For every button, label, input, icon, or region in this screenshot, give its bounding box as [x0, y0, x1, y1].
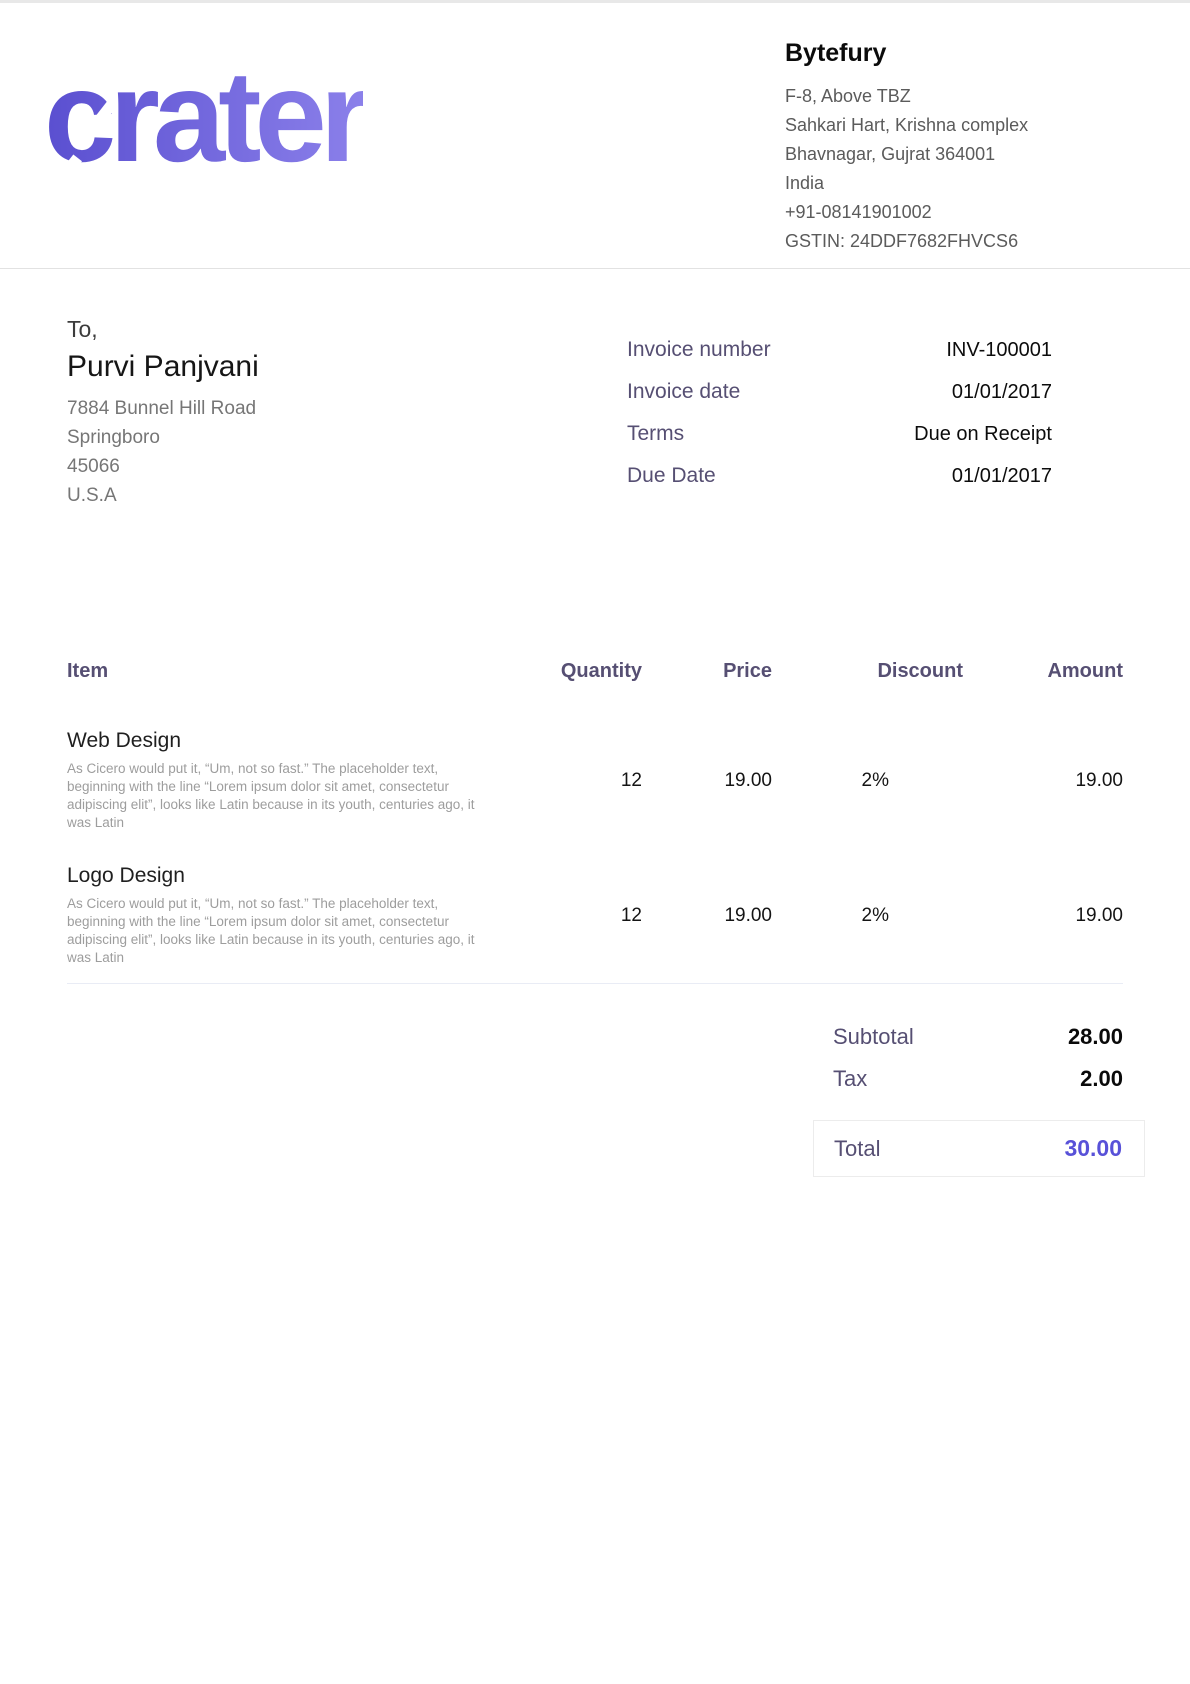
item-quantity: 12	[507, 905, 642, 927]
totals-section: Subtotal 28.00 Tax 2.00 Total 30.00	[813, 1022, 1145, 1177]
invoice-meta-block: Invoice number INV-100001 Invoice date 0…	[627, 335, 1123, 510]
company-address-line: Sahkari Hart, Krishna complex	[785, 111, 1145, 140]
company-info: Bytefury F-8, Above TBZ Sahkari Hart, Kr…	[785, 39, 1145, 256]
item-amount: 19.00	[963, 770, 1123, 792]
company-gstin: GSTIN: 24DDF7682FHVCS6	[785, 227, 1145, 256]
terms-row: Terms Due on Receipt	[627, 419, 1052, 449]
item-amount: 19.00	[963, 905, 1123, 927]
invoice-number-label: Invoice number	[627, 335, 771, 365]
invoice-number-value: INV-100001	[946, 339, 1052, 362]
table-bottom-divider	[67, 983, 1123, 984]
bill-to-block: To, Purvi Panjvani 7884 Bunnel Hill Road…	[67, 313, 259, 510]
table-row: Web Design As Cicero would put it, “Um, …	[67, 729, 1123, 832]
terms-label: Terms	[627, 419, 684, 449]
tax-row: Tax 2.00	[813, 1064, 1145, 1094]
terms-value: Due on Receipt	[914, 423, 1052, 446]
table-row: Logo Design As Cicero would put it, “Um,…	[67, 864, 1123, 967]
crater-logo-wordmark: crater	[44, 45, 363, 188]
due-date-value: 01/01/2017	[952, 465, 1052, 488]
item-name: Logo Design	[67, 864, 507, 888]
tax-label: Tax	[833, 1064, 867, 1094]
total-label: Total	[834, 1136, 880, 1162]
invoice-date-label: Invoice date	[627, 377, 740, 407]
customer-address-line: 7884 Bunnel Hill Road	[67, 394, 259, 423]
due-date-row: Due Date 01/01/2017	[627, 461, 1052, 491]
grand-total-box: Total 30.00	[813, 1120, 1145, 1177]
invoice-page: crater Bytefury F-8, Above TBZ Sahkari H…	[0, 0, 1190, 1684]
item-description: As Cicero would put it, “Um, not so fast…	[67, 895, 485, 967]
tax-value: 2.00	[1080, 1064, 1123, 1094]
col-header-quantity: Quantity	[507, 660, 642, 683]
subtotal-label: Subtotal	[833, 1022, 914, 1052]
items-table: Item Quantity Price Discount Amount Web …	[67, 660, 1123, 984]
item-description: As Cicero would put it, “Um, not so fast…	[67, 760, 485, 832]
col-header-price: Price	[642, 660, 772, 683]
total-value: 30.00	[1064, 1135, 1122, 1162]
company-address-line: India	[785, 169, 1145, 198]
invoice-date-row: Invoice date 01/01/2017	[627, 377, 1052, 407]
item-quantity: 12	[507, 770, 642, 792]
invoice-body: To, Purvi Panjvani 7884 Bunnel Hill Road…	[0, 313, 1190, 1177]
invoice-date-value: 01/01/2017	[952, 381, 1052, 404]
bill-to-label: To,	[67, 313, 259, 345]
customer-name: Purvi Panjvani	[67, 350, 259, 384]
invoice-number-row: Invoice number INV-100001	[627, 335, 1052, 365]
company-name: Bytefury	[785, 39, 1145, 68]
subtotal-row: Subtotal 28.00	[813, 1022, 1145, 1052]
subtotal-value: 28.00	[1068, 1022, 1123, 1052]
customer-address-line: U.S.A	[67, 481, 259, 510]
item-price: 19.00	[642, 770, 772, 792]
company-address-line: F-8, Above TBZ	[785, 82, 1145, 111]
item-cell: Logo Design As Cicero would put it, “Um,…	[67, 864, 507, 967]
col-header-amount: Amount	[963, 660, 1123, 683]
crater-logo: crater	[44, 45, 494, 205]
logo-cutout-icon	[413, 108, 450, 151]
customer-address-line: Springboro	[67, 423, 259, 452]
invoice-header: crater Bytefury F-8, Above TBZ Sahkari H…	[0, 3, 1190, 269]
item-cell: Web Design As Cicero would put it, “Um, …	[67, 729, 507, 832]
items-table-header: Item Quantity Price Discount Amount	[67, 660, 1123, 697]
item-name: Web Design	[67, 729, 507, 753]
item-discount: 2%	[772, 905, 963, 927]
col-header-item: Item	[67, 660, 507, 683]
item-discount: 2%	[772, 770, 963, 792]
due-date-label: Due Date	[627, 461, 716, 491]
company-address-line: Bhavnagar, Gujrat 364001	[785, 140, 1145, 169]
col-header-discount: Discount	[772, 660, 963, 683]
company-phone: +91-08141901002	[785, 198, 1145, 227]
customer-address-line: 45066	[67, 452, 259, 481]
item-price: 19.00	[642, 905, 772, 927]
